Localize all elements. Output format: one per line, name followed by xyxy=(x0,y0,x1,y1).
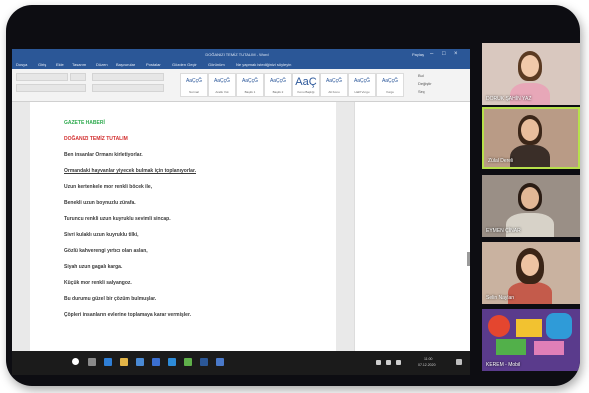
clock-time[interactable]: 11:00 xyxy=(424,357,433,361)
scrollbar-thumb[interactable] xyxy=(467,252,470,266)
document-line: Benekli uzun boynuzlu zürafa. xyxy=(64,200,136,206)
paragraph-align-buttons[interactable] xyxy=(92,84,164,92)
participant-face xyxy=(521,55,539,77)
chrome-icon[interactable] xyxy=(184,358,192,366)
participant-name: Selin Naylan xyxy=(486,295,515,301)
participant-tile[interactable]: Selin Naylan xyxy=(482,242,580,304)
maximize-icon[interactable]: □ xyxy=(442,51,446,57)
find-button[interactable]: Bul xyxy=(418,73,424,78)
notification-icon[interactable] xyxy=(456,359,462,365)
participant-body xyxy=(508,282,552,304)
document-line: Ormandaki hayvanlar yiyecek bulmak için … xyxy=(64,168,197,174)
participant-face xyxy=(521,254,539,276)
avatar-art-shape xyxy=(534,341,564,355)
avatar-art-shape xyxy=(496,339,526,355)
participant-name: DORUK ŞAHİN YAZ xyxy=(486,96,532,102)
style-title[interactable]: AaÇ Konu Başlığı xyxy=(292,73,320,97)
font-format-buttons[interactable] xyxy=(16,84,86,92)
tab-mailings[interactable]: Postalar xyxy=(146,62,161,67)
task-view-icon[interactable] xyxy=(88,358,96,366)
monitor-frame: DOĞANIZI TEMİZ TUTALIM - Word Paylaş – □… xyxy=(6,5,580,386)
title-bar: DOĞANIZI TEMİZ TUTALIM - Word Paylaş – □… xyxy=(12,49,470,60)
participant-body xyxy=(510,145,550,167)
windows-taskbar: 11:00 07.12.2020 xyxy=(12,351,470,375)
tab-layout[interactable]: Düzen xyxy=(96,62,108,67)
tab-file[interactable]: Dosya xyxy=(16,62,27,67)
document-area: GAZETE HABERİ DOĞANIZI TEMİZ TUTALIM Ben… xyxy=(12,102,470,354)
app-icon[interactable] xyxy=(216,358,224,366)
participant-name: KEREM - Mobil xyxy=(486,362,521,368)
avatar-art-shape xyxy=(546,313,572,339)
style-subtitle[interactable]: AaÇçĞ Alt Konu xyxy=(320,73,348,97)
tab-references[interactable]: Başvurular xyxy=(116,62,135,67)
word-taskbar-icon[interactable] xyxy=(200,358,208,366)
participant-tile[interactable]: KEREM - Mobil xyxy=(482,309,580,371)
window-title: DOĞANIZI TEMİZ TUTALIM - Word xyxy=(205,52,269,57)
zoom-icon[interactable] xyxy=(168,358,176,366)
clock-date[interactable]: 07.12.2020 xyxy=(418,363,436,367)
document-line: Turuncu renkli uzun kuyruklu sevimli sin… xyxy=(64,216,171,222)
style-heading-1[interactable]: AaÇçĞ Başlık 1 xyxy=(236,73,264,97)
file-explorer-icon[interactable] xyxy=(120,358,128,366)
participant-face xyxy=(521,119,539,141)
participant-name: EYMEN ÇİNAR xyxy=(486,228,521,234)
document-line: Çöpleri insanların evlerine toplamaya ka… xyxy=(64,312,192,318)
heading-red: DOĞANIZI TEMİZ TUTALIM xyxy=(64,136,128,142)
tab-review[interactable]: Gözden Geçir xyxy=(172,62,197,67)
font-size-box[interactable] xyxy=(70,73,86,81)
document-line: Bu durumu güzel bir çözüm bulmuşlar. xyxy=(64,296,157,302)
style-emphasis[interactable]: AaÇçĞ Vurgu xyxy=(376,73,404,97)
network-icon[interactable] xyxy=(386,360,391,365)
tab-view[interactable]: Görünüm xyxy=(208,62,225,67)
tray-chevron-icon[interactable] xyxy=(376,360,381,365)
tell-me-search[interactable]: Ne yapmak istediğinizi söyleyin xyxy=(236,62,291,67)
font-name-box[interactable] xyxy=(16,73,68,81)
minimize-icon[interactable]: – xyxy=(430,51,433,57)
document-line: Uzun kertenkele mor renkli böcek ile, xyxy=(64,184,153,190)
replace-button[interactable]: Değiştir xyxy=(418,81,432,86)
tab-insert[interactable]: Ekle xyxy=(56,62,64,67)
avatar-art-shape xyxy=(516,319,542,337)
side-pane xyxy=(354,102,470,351)
participant-tile-active[interactable]: Zülal Dereli xyxy=(482,107,580,169)
participant-tile[interactable]: EYMEN ÇİNAR xyxy=(482,175,580,237)
paragraph-list-buttons[interactable] xyxy=(92,73,164,81)
volume-icon[interactable] xyxy=(396,360,401,365)
store-icon[interactable] xyxy=(136,358,144,366)
document-line: Siyah uzun gagalı karga. xyxy=(64,264,123,270)
edge-icon[interactable] xyxy=(104,358,112,366)
document-page[interactable]: GAZETE HABERİ DOĞANIZI TEMİZ TUTALIM Ben… xyxy=(30,102,336,354)
participant-tile[interactable]: DORUK ŞAHİN YAZ xyxy=(482,43,580,105)
participant-face xyxy=(521,187,539,209)
document-line: Sivri kulaklı uzun kuyruklu tilki, xyxy=(64,232,139,238)
select-button[interactable]: Seç xyxy=(418,89,425,94)
document-line: Küçük mor renkli salyangoz. xyxy=(64,280,132,286)
style-subtle-emphasis[interactable]: AaÇçĞ Hafif Vurgu xyxy=(348,73,376,97)
participant-name: Zülal Dereli xyxy=(488,158,514,164)
document-line: Ben insanlar Ormanı kirletiyorlar. xyxy=(64,152,143,158)
tab-design[interactable]: Tasarım xyxy=(72,62,86,67)
tab-home[interactable]: Giriş xyxy=(38,62,46,67)
avatar-art-shape xyxy=(488,315,510,337)
word-window: DOĞANIZI TEMİZ TUTALIM - Word Paylaş – □… xyxy=(12,49,470,375)
search-icon[interactable] xyxy=(72,358,79,365)
heading-green: GAZETE HABERİ xyxy=(64,120,105,126)
style-heading-2[interactable]: AaÇçĞ Başlık 2 xyxy=(264,73,292,97)
share-button[interactable]: Paylaş xyxy=(412,52,424,57)
ribbon-toolbar: AaÇçĞ Normal AaÇçĞ Aralık Yok AaÇçĞ Başl… xyxy=(12,69,470,102)
style-normal[interactable]: AaÇçĞ Normal xyxy=(180,73,208,97)
ribbon-tabs: Dosya Giriş Ekle Tasarım Düzen Başvurula… xyxy=(12,60,470,69)
document-line: Gözlü kahverengi yırtıcı olan aslan, xyxy=(64,248,148,254)
close-icon[interactable]: × xyxy=(454,51,458,57)
style-no-spacing[interactable]: AaÇçĞ Aralık Yok xyxy=(208,73,236,97)
mail-icon[interactable] xyxy=(152,358,160,366)
